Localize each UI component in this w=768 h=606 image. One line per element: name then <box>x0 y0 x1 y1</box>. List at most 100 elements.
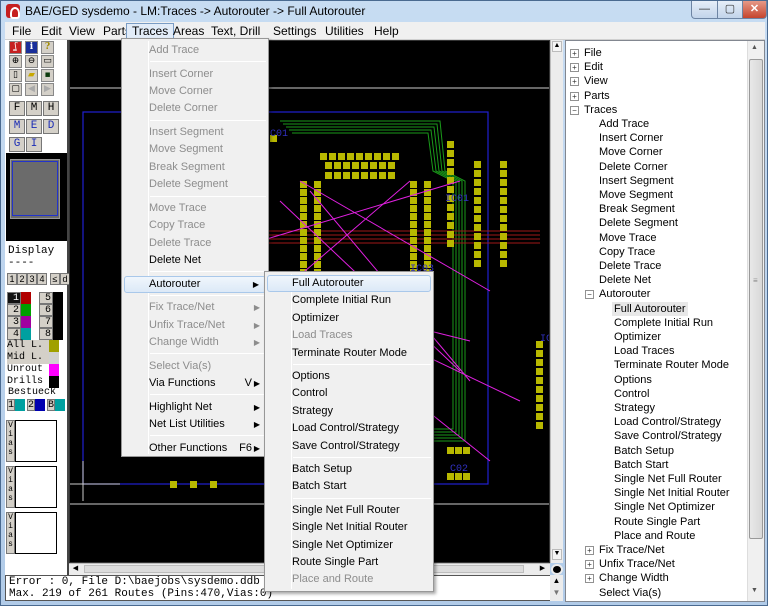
tree-item-move-trace[interactable]: Move Trace <box>599 231 656 245</box>
status-scroll-down-icon[interactable]: ▼ <box>550 587 563 599</box>
special-layer-mid-l[interactable]: Mid L. <box>7 352 63 364</box>
tree-item-file[interactable]: File <box>584 46 602 60</box>
autorouter-menu-item-single-net-initial-router[interactable]: Single Net Initial Router <box>267 519 431 536</box>
tree-item-edit[interactable]: Edit <box>584 60 603 74</box>
close-button[interactable]: ✕ <box>742 1 767 19</box>
menu-file[interactable]: File <box>7 23 36 39</box>
layer-tab-3[interactable]: 4 <box>37 273 47 285</box>
traces-menu-item-net-list-utilities[interactable]: Net List Utilities ▶ <box>124 416 266 433</box>
maximize-button[interactable]: ▢ <box>717 1 743 19</box>
special-layer-unrout[interactable]: Unrout <box>7 364 63 376</box>
tree-item-delete-corner[interactable]: Delete Corner <box>599 160 667 174</box>
menu-help[interactable]: Help <box>369 23 404 39</box>
vias-slot-1[interactable] <box>15 466 57 508</box>
tree-item-single-net-initial-router[interactable]: Single Net Initial Router <box>614 486 730 500</box>
toolbox-button-h-2[interactable]: H <box>43 101 59 116</box>
bestueck-1[interactable]: 1 <box>7 399 27 411</box>
tree-item-insert-corner[interactable]: Insert Corner <box>599 131 663 145</box>
vias-slot-2[interactable] <box>15 512 57 554</box>
menu-traces[interactable]: Traces <box>126 23 175 39</box>
minimize-button[interactable]: — <box>691 1 718 19</box>
tree-item-options[interactable]: Options <box>614 373 652 387</box>
traces-menu-item-via-functions[interactable]: Via Functions V ▶ <box>124 375 266 392</box>
layer-7[interactable]: 7 <box>39 316 69 328</box>
scroll-right-icon[interactable]: ▶ <box>537 564 548 574</box>
layer-tab-2[interactable]: 3 <box>27 273 37 285</box>
menu-text-drill[interactable]: Text, Drill <box>206 23 265 39</box>
tree-scroll-up-icon[interactable]: ▲ <box>751 44 758 51</box>
tree-expander-plus-icon[interactable]: + <box>585 560 594 570</box>
tree-item-complete-initial-run[interactable]: Complete Initial Run <box>614 316 713 330</box>
tree-item-delete-segment[interactable]: Delete Segment <box>599 216 678 230</box>
tree-item-break-segment[interactable]: Break Segment <box>599 202 675 216</box>
tree-item-change-width[interactable]: Change Width <box>599 571 669 585</box>
zoom-dot-icon[interactable] <box>551 564 563 575</box>
tree-item-unfix-trace-net[interactable]: Unfix Trace/Net <box>599 557 675 571</box>
autorouter-menu-item-save-control-strategy[interactable]: Save Control/Strategy <box>267 438 431 455</box>
info-icon[interactable]: i <box>25 41 38 54</box>
autorouter-menu-item-strategy[interactable]: Strategy <box>267 403 431 420</box>
layer-5[interactable]: 5 <box>39 292 69 304</box>
tree-item-view[interactable]: View <box>584 74 608 88</box>
layer-tab-4[interactable]: ≤ <box>50 273 60 285</box>
tree-item-batch-setup[interactable]: Batch Setup <box>614 444 674 458</box>
tree-expander-plus-icon[interactable]: + <box>570 49 579 58</box>
tree-item-move-corner[interactable]: Move Corner <box>599 145 663 159</box>
tree-item-single-net-optimizer[interactable]: Single Net Optimizer <box>614 500 715 514</box>
new-icon[interactable]: ▯ <box>9 69 22 82</box>
tree-item-save-control-strategy[interactable]: Save Control/Strategy <box>614 429 722 443</box>
autorouter-menu-item-single-net-full-router[interactable]: Single Net Full Router <box>267 502 431 519</box>
tree-scroll-down-icon[interactable]: ▼ <box>751 587 758 594</box>
layer-1[interactable]: 1 <box>7 292 37 304</box>
menu-view[interactable]: View <box>64 23 100 39</box>
mouse-icon[interactable]: ▢ <box>9 83 22 96</box>
tree-item-strategy[interactable]: Strategy <box>614 401 655 415</box>
traces-menu-item-autorouter[interactable]: Autorouter ▶ <box>124 275 266 293</box>
traces-menu-item-other-functions[interactable]: Other Functions F6 ▶ <box>124 440 266 457</box>
menu-edit[interactable]: Edit <box>36 23 67 39</box>
toolbox-button-d-5[interactable]: D <box>43 119 59 134</box>
tree-scroll-thumb[interactable]: ≡ <box>749 59 763 539</box>
tree-item-autorouter[interactable]: Autorouter <box>599 287 650 301</box>
tree-item-add-trace[interactable]: Add Trace <box>599 117 649 131</box>
menu-utilities[interactable]: Utilities <box>320 23 369 39</box>
autorouter-menu-item-options[interactable]: Options <box>267 368 431 385</box>
layer-tab-1[interactable]: 2 <box>17 273 27 285</box>
autorouter-menu-item-batch-start[interactable]: Batch Start <box>267 478 431 495</box>
tree-item-load-control-strategy[interactable]: Load Control/Strategy <box>614 415 721 429</box>
layer-2[interactable]: 2 <box>7 304 37 316</box>
tree-item-full-autorouter[interactable]: Full Autorouter <box>612 301 688 316</box>
tree-item-optimizer[interactable]: Optimizer <box>614 330 661 344</box>
canvas-vertical-scrollbar[interactable]: ▲ ▼ <box>550 40 563 563</box>
tree-expander-plus-icon[interactable]: + <box>585 546 594 555</box>
tree-item-parts[interactable]: Parts <box>584 89 610 103</box>
special-layer-all-l[interactable]: All L. <box>7 340 63 352</box>
layer-3[interactable]: 3 <box>7 316 37 328</box>
tree-expander-minus-icon[interactable]: − <box>570 105 579 115</box>
menu-settings[interactable]: Settings <box>268 23 321 39</box>
zoom-in-icon[interactable]: ⊕ <box>9 55 22 68</box>
menu-areas[interactable]: Areas <box>168 23 209 39</box>
autorouter-menu-item-batch-setup[interactable]: Batch Setup <box>267 461 431 478</box>
help-icon[interactable]: ? <box>41 41 54 54</box>
tree-item-terminate-router-mode[interactable]: Terminate Router Mode <box>614 358 729 372</box>
status-scrollbar[interactable]: ▲ ▼ <box>550 575 563 601</box>
scroll-down-icon[interactable]: ▼ <box>552 549 562 560</box>
tree-item-load-traces[interactable]: Load Traces <box>614 344 675 358</box>
tree-item-delete-net[interactable]: Delete Net <box>599 273 651 287</box>
autorouter-menu-item-control[interactable]: Control <box>267 385 431 402</box>
tree-expander-minus-icon[interactable]: − <box>585 290 594 300</box>
zoom-out-icon[interactable]: ⊖ <box>25 55 38 68</box>
autorouter-menu-item-optimizer[interactable]: Optimizer <box>267 310 431 327</box>
tree-item-traces[interactable]: Traces <box>584 103 617 117</box>
tree-expander-plus-icon[interactable]: + <box>570 63 579 73</box>
toolbox-button-g-6[interactable]: G <box>9 137 25 152</box>
bae-logo-icon[interactable]: ʆ <box>9 41 22 54</box>
toolbox-button-i-7[interactable]: I <box>26 137 42 152</box>
vias-slot-0[interactable] <box>15 420 57 462</box>
toolbox-button-m-1[interactable]: M <box>26 101 42 116</box>
tree-item-batch-start[interactable]: Batch Start <box>614 458 668 472</box>
autorouter-menu-item-single-net-optimizer[interactable]: Single Net Optimizer <box>267 537 431 554</box>
autorouter-menu-item-route-single-part[interactable]: Route Single Part <box>267 554 431 571</box>
toolbox-button-e-4[interactable]: E <box>26 119 42 134</box>
